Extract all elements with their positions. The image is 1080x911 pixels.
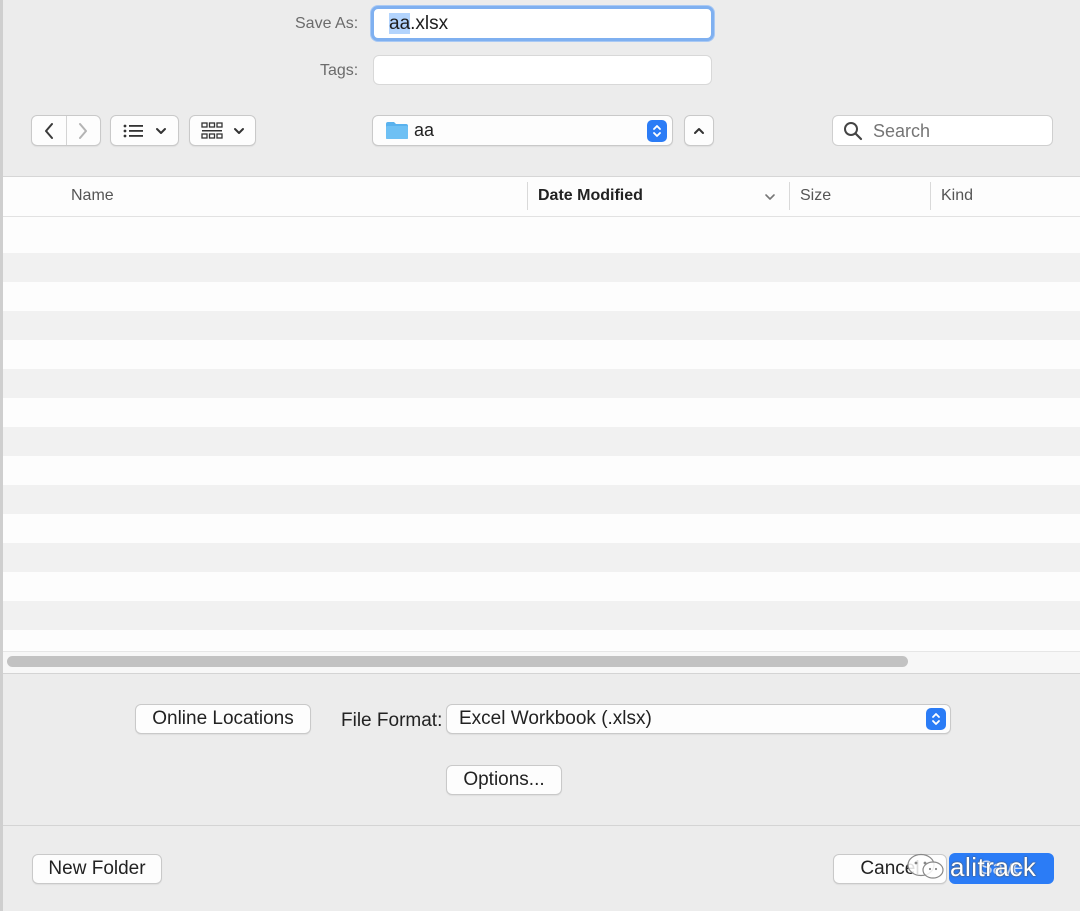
up-down-chevron-icon [653,125,661,137]
horizontal-scrollbar-thumb[interactable] [7,656,908,667]
collapse-button[interactable] [684,115,714,146]
back-button[interactable] [32,116,67,145]
list-row [3,340,1080,369]
file-format-popup[interactable]: Excel Workbook (.xlsx) [446,704,951,734]
search-field[interactable] [832,115,1053,146]
list-row [3,369,1080,398]
list-row [3,514,1080,543]
list-view-button[interactable] [110,115,179,146]
search-input[interactable] [871,118,1045,144]
grid-icon [200,121,223,139]
column-separator [930,182,931,210]
filename-selected-text: aa [389,13,411,34]
file-format-label: File Format: [341,710,443,731]
folder-icon [386,122,408,139]
list-row [3,224,1080,253]
list-row [3,253,1080,282]
column-separator [789,182,790,210]
options-button-label: Options... [463,769,545,790]
search-icon [844,122,863,141]
footer-divider [3,825,1080,826]
column-separator [527,182,528,210]
watermark-text: alitrack [950,851,1037,882]
online-locations-button[interactable]: Online Locations [135,704,311,734]
watermark: alitrack [906,850,1036,884]
list-row [3,630,1080,650]
column-header-name[interactable]: Name [71,187,114,205]
location-stepper [647,120,667,142]
location-name: aa [414,120,435,140]
options-button[interactable]: Options... [446,765,562,795]
new-folder-label: New Folder [48,858,146,879]
new-folder-button[interactable]: New Folder [32,854,162,884]
sort-chevron-down-icon [765,194,775,200]
file-format-stepper [926,708,946,730]
list-row [3,543,1080,572]
list-row [3,601,1080,630]
forward-button[interactable] [67,116,101,145]
filename-extension-text: .xlsx [410,13,449,34]
grid-view-button[interactable] [189,115,256,146]
list-icon [123,124,143,137]
list-row [3,456,1080,485]
list-row [3,427,1080,456]
location-popup[interactable]: aa [372,115,673,146]
list-row [3,311,1080,340]
chevron-right-icon [79,122,88,139]
column-header-kind[interactable]: Kind [941,187,973,205]
column-header-date-modified[interactable]: Date Modified [538,187,643,205]
up-down-chevron-icon [932,713,940,725]
online-locations-label: Online Locations [152,708,294,729]
list-row [3,282,1080,311]
tags-label: Tags: [320,62,359,79]
tags-field[interactable] [373,55,712,85]
chevron-down-icon [155,127,166,134]
save-as-label: Save As: [295,15,359,32]
column-header-size[interactable]: Size [800,187,831,205]
file-format-value: Excel Workbook (.xlsx) [459,708,652,729]
chevron-left-icon [44,122,53,139]
list-row [3,398,1080,427]
list-row [3,572,1080,601]
chevron-up-icon [694,127,704,134]
list-row [3,485,1080,514]
nav-button-group [31,115,101,146]
options-area-divider [3,673,1080,674]
wechat-logo-icon [907,853,944,879]
chevron-down-icon [233,127,244,134]
save-as-field[interactable]: aa.xlsx [371,6,714,41]
